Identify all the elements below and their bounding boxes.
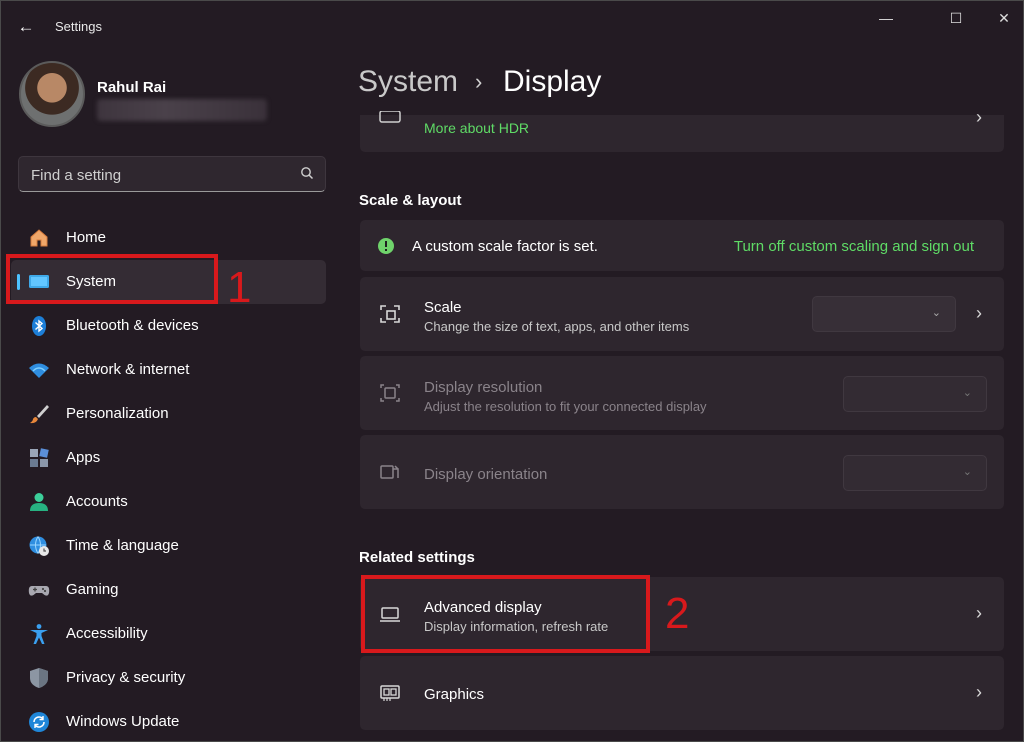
resolution-dropdown: ⌄	[843, 376, 987, 412]
window-title: Settings	[55, 19, 102, 34]
settings-window: ← Settings — ☐ ✕ Rahul Rai Find a settin…	[0, 0, 1024, 742]
user-email-blurred	[97, 99, 267, 121]
sidebar-item-label: Time & language	[66, 537, 179, 554]
chevron-down-icon: ⌄	[963, 386, 972, 399]
sidebar-item-accounts[interactable]: Accounts	[11, 480, 326, 524]
scale-setting[interactable]: Scale Change the size of text, apps, and…	[360, 277, 1004, 351]
sidebar-item-privacy[interactable]: Privacy & security	[11, 656, 326, 700]
check-circle-icon	[377, 237, 395, 255]
custom-scale-text: A custom scale factor is set.	[412, 238, 598, 255]
section-heading-related-settings: Related settings	[359, 549, 475, 566]
sidebar-item-label: Privacy & security	[66, 669, 185, 686]
sidebar-item-label: Accessibility	[66, 625, 148, 642]
scale-icon	[378, 302, 402, 326]
sidebar-item-accessibility[interactable]: Accessibility	[11, 612, 326, 656]
shield-icon	[28, 667, 50, 689]
sidebar-item-label: Personalization	[66, 405, 169, 422]
accessibility-icon	[28, 623, 50, 645]
annotation-box-advanced-display	[361, 575, 650, 653]
sidebar-item-personalization[interactable]: Personalization	[11, 392, 326, 436]
orientation-dropdown: ⌄	[843, 455, 987, 491]
chevron-right-icon: ›	[976, 107, 982, 128]
sidebar-item-apps[interactable]: Apps	[11, 436, 326, 480]
sidebar-item-gaming[interactable]: Gaming	[11, 568, 326, 612]
more-about-hdr-link[interactable]: More about HDR	[424, 120, 529, 136]
back-button[interactable]: ←	[15, 17, 37, 37]
sidebar-item-bluetooth[interactable]: Bluetooth & devices	[11, 304, 326, 348]
sidebar-item-windows-update[interactable]: Windows Update	[11, 700, 326, 742]
hdr-icon	[378, 111, 402, 125]
display-resolution-subtitle: Adjust the resolution to fit your connec…	[424, 399, 707, 414]
apps-icon	[28, 447, 50, 469]
gamepad-icon	[28, 579, 50, 601]
page-title: Display	[503, 65, 601, 99]
close-button[interactable]: ✕	[981, 7, 1024, 29]
annotation-box-system	[6, 254, 218, 304]
display-resolution-title: Display resolution	[424, 379, 542, 396]
graphics-card-icon	[378, 681, 402, 705]
scale-dropdown[interactable]: ⌄	[812, 296, 956, 332]
sidebar-item-label: Gaming	[66, 581, 119, 598]
sidebar-item-label: Windows Update	[66, 713, 179, 730]
bluetooth-icon	[28, 315, 50, 337]
resolution-icon	[378, 381, 402, 405]
brush-icon	[28, 403, 50, 425]
chevron-right-icon: ›	[976, 603, 982, 624]
person-icon	[28, 491, 50, 513]
custom-scale-notice: A custom scale factor is set. Turn off c…	[360, 220, 1004, 271]
breadcrumb-parent[interactable]: System	[358, 65, 458, 99]
sidebar-item-network[interactable]: Network & internet	[11, 348, 326, 392]
sidebar-item-label: Apps	[66, 449, 100, 466]
update-icon	[28, 711, 50, 733]
search-input[interactable]: Find a setting	[18, 156, 326, 192]
title-bar: ← Settings — ☐ ✕	[1, 1, 1023, 53]
display-orientation-title: Display orientation	[424, 466, 547, 483]
sidebar-item-label: Network & internet	[66, 361, 189, 378]
chevron-down-icon: ⌄	[932, 306, 941, 319]
home-icon	[28, 227, 50, 249]
sidebar-item-label: Bluetooth & devices	[66, 317, 199, 334]
search-icon	[299, 165, 315, 181]
scale-subtitle: Change the size of text, apps, and other…	[424, 319, 689, 334]
sidebar-item-time-language[interactable]: Time & language	[11, 524, 326, 568]
back-arrow-icon: ←	[18, 17, 35, 36]
avatar[interactable]	[19, 61, 85, 127]
turn-off-custom-scaling-link[interactable]: Turn off custom scaling and sign out	[734, 238, 974, 255]
display-orientation-setting: Display orientation ⌄	[360, 435, 1004, 509]
breadcrumb-separator: ›	[475, 69, 482, 95]
minimize-button[interactable]: —	[863, 7, 909, 29]
chevron-right-icon: ›	[976, 303, 982, 324]
orientation-icon	[378, 460, 402, 484]
scale-title: Scale	[424, 299, 462, 316]
graphics-title: Graphics	[424, 686, 484, 703]
sidebar-item-label: Home	[66, 229, 106, 246]
sidebar-item-label: Accounts	[66, 493, 128, 510]
annotation-number-2: 2	[665, 589, 689, 639]
search-placeholder: Find a setting	[31, 167, 121, 184]
globe-clock-icon	[28, 535, 50, 557]
user-name: Rahul Rai	[97, 79, 166, 96]
wifi-icon	[28, 359, 50, 381]
graphics-setting[interactable]: Graphics ›	[360, 656, 1004, 730]
section-heading-scale-layout: Scale & layout	[359, 192, 462, 209]
maximize-button[interactable]: ☐	[933, 7, 979, 29]
annotation-number-1: 1	[227, 263, 251, 313]
chevron-right-icon: ›	[976, 682, 982, 703]
hdr-card[interactable]: More about HDR ›	[360, 115, 1004, 152]
display-resolution-setting: Display resolution Adjust the resolution…	[360, 356, 1004, 430]
chevron-down-icon: ⌄	[963, 465, 972, 478]
